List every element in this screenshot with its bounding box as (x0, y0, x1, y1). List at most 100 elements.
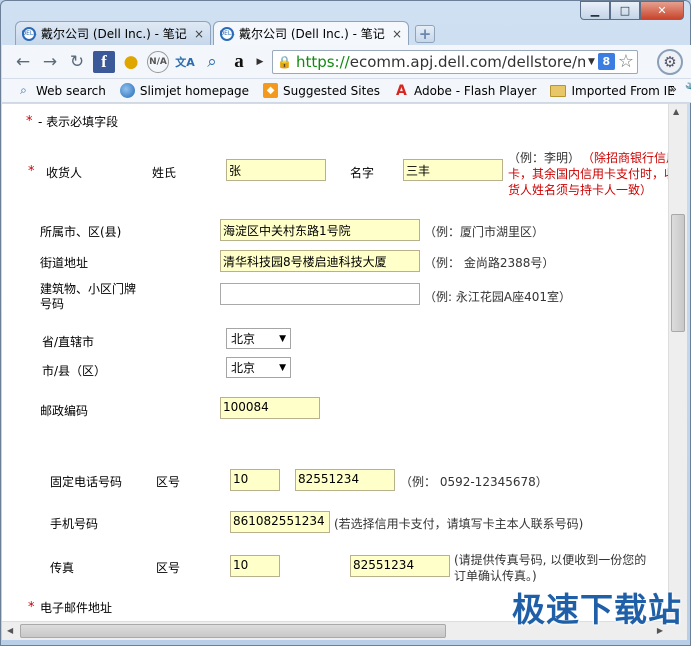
fax-area-code-label: 区号 (156, 561, 181, 575)
reload-icon[interactable]: ↻ (66, 51, 88, 73)
facebook-icon[interactable]: f (93, 50, 115, 73)
street-label: 街道地址 (40, 256, 89, 270)
mobile-input[interactable]: 861082551234 (230, 511, 330, 533)
settings-gear-icon[interactable]: ⚙ (657, 49, 683, 75)
name-hint-red-3: 货人姓名须与持卡人一致） (508, 183, 653, 197)
bookmark-label: Suggested Sites (283, 83, 380, 98)
province-select[interactable]: 北京 ▼ (226, 328, 291, 349)
fax-number-input[interactable]: 82551234 (350, 555, 450, 577)
horizontal-scroll-thumb[interactable] (20, 624, 446, 638)
minimize-button[interactable]: ▁ (580, 1, 610, 20)
bookmark-star-icon[interactable]: ☆ (618, 51, 634, 72)
chevron-down-icon: ▼ (279, 333, 286, 344)
phone-hint: （例： 0592-12345678） (400, 475, 548, 489)
fax-hint-line2: 订单确认传真。) (454, 569, 537, 583)
dell-favicon-icon: DELL (21, 26, 37, 41)
vertical-scrollbar[interactable]: ▲ ▼ (668, 104, 687, 621)
givenname-label: 名字 (350, 166, 375, 180)
suggested-sites-icon: ◆ (263, 83, 279, 98)
wrench-icon[interactable]: 🔧 (685, 83, 691, 98)
search-engine-icon[interactable]: 8 (597, 53, 615, 70)
email-label: 电子邮件地址 (40, 601, 113, 615)
nia-icon[interactable]: N/A (147, 50, 169, 73)
mobile-hint: (若选择信用卡支付，请填写卡主本人联系号码) (334, 517, 584, 531)
building-hint: （例: 永江花园A座401室） (424, 290, 571, 304)
phone-label: 固定电话号码 (50, 475, 123, 489)
zip-input[interactable]: 100084 (220, 397, 320, 419)
window-controls: ▁ □ ✕ (580, 1, 684, 20)
surname-input[interactable]: 张 (226, 159, 326, 181)
new-tab-button[interactable]: + (415, 25, 435, 43)
bookmark-imported-from-ie[interactable]: Imported From IE (550, 83, 675, 98)
close-window-button[interactable]: ✕ (640, 1, 684, 20)
bookmark-label: Adobe - Flash Player (413, 83, 537, 98)
navigation-toolbar: ← → ↻ f ● N/A 文A ⌕ a ▶ 🔒 https://ecomm.a… (2, 45, 691, 79)
bookmark-label: Slimjet homepage (139, 83, 250, 98)
district-hint: （例：厦门市湖里区） (424, 225, 545, 239)
fax-label: 传真 (50, 561, 75, 575)
address-bar[interactable]: 🔒 https://ecomm.apj.dell.com/dellstore/m… (272, 49, 638, 74)
city-select[interactable]: 北京 ▼ (226, 357, 291, 378)
city-selected-value: 北京 (231, 361, 256, 375)
lock-icon: 🔒 (277, 54, 292, 69)
scroll-left-icon[interactable]: ◀ (7, 626, 13, 635)
bookmark-label: Web search (36, 83, 106, 98)
url-scheme: https:// (295, 52, 350, 71)
phone-number-input[interactable]: 82551234 (295, 469, 395, 491)
name-hint-example: （例：李明） (508, 151, 581, 165)
fax-hint-line1: (请提供传真号码, 以便收到一份您的 (454, 553, 647, 567)
folder-icon (550, 84, 567, 97)
search-icon: ⌕ (20, 83, 27, 97)
district-label: 所属市、区(县) (40, 225, 122, 239)
required-mark: * (26, 114, 33, 129)
more-bookmarks-icon[interactable]: » (670, 82, 677, 96)
city-label: 市/县（区） (42, 364, 107, 378)
province-selected-value: 北京 (231, 332, 256, 346)
browser-window: ▁ □ ✕ DELL 戴尔公司 (Dell Inc.) - 笔记 × DELL … (0, 0, 691, 646)
bookmark-suggested-sites[interactable]: ◆ Suggested Sites (263, 83, 380, 98)
recipient-label: 收货人 (46, 166, 83, 180)
maximize-button[interactable]: □ (610, 1, 640, 20)
name-hint-red-1: （除招商银行信用 (582, 151, 668, 165)
bookmark-adobe-flash[interactable]: A Adobe - Flash Player (394, 83, 537, 99)
street-hint: （例： 金尚路2388号） (424, 256, 555, 270)
bookmark-web-search[interactable]: ⌕ Web search (16, 83, 106, 98)
tab-dell-1[interactable]: DELL 戴尔公司 (Dell Inc.) - 笔记 × (15, 21, 211, 45)
province-label: 省/直辖市 (42, 335, 95, 349)
chevron-down-icon: ▼ (279, 362, 286, 373)
surname-label: 姓氏 (152, 166, 177, 180)
district-input[interactable]: 海淀区中关村东路1号院 (220, 219, 420, 241)
back-arrow-icon[interactable]: ← (12, 51, 34, 73)
phone-area-input[interactable]: 10 (230, 469, 280, 491)
building-input[interactable] (220, 283, 420, 305)
globe-icon (119, 83, 135, 98)
givenname-input[interactable]: 三丰 (403, 159, 503, 181)
watermark-logo: 极速下载站 (512, 590, 682, 629)
zoom-icon[interactable]: ⌕ (201, 51, 223, 73)
zip-label: 邮政编码 (40, 404, 89, 418)
url-text[interactable]: https://ecomm.apj.dell.com/dellstore/m (296, 53, 585, 71)
mobile-label: 手机号码 (50, 517, 99, 531)
vertical-scroll-thumb[interactable] (671, 214, 685, 332)
area-code-label: 区号 (156, 475, 181, 489)
tab-dell-2[interactable]: DELL 戴尔公司 (Dell Inc.) - 笔记 × (213, 21, 409, 45)
translate-icon[interactable]: 文A (174, 51, 196, 73)
amazon-icon[interactable]: a (228, 51, 250, 73)
chevron-right-icon[interactable]: ▶ (255, 51, 265, 73)
required-mark: * (28, 600, 35, 615)
forward-arrow-icon[interactable]: → (39, 51, 61, 73)
tab-close-icon[interactable]: × (194, 27, 204, 41)
required-note: - 表示必填字段 (38, 115, 119, 129)
street-input[interactable]: 清华科技园8号楼启迪科技大厦 (220, 250, 420, 272)
page-content: * - 表示必填字段 * 收货人 姓氏 张 名字 三丰 （例：李明） （除招商银… (2, 104, 668, 621)
chevron-down-icon[interactable]: ▼ (588, 57, 595, 67)
required-mark: * (28, 164, 35, 179)
bookmark-slimjet-homepage[interactable]: Slimjet homepage (119, 83, 250, 98)
tab-title: 戴尔公司 (Dell Inc.) - 笔记 (239, 27, 385, 41)
bookmark-label: Imported From IE (571, 83, 675, 98)
lightbulb-icon[interactable]: ● (120, 51, 142, 73)
scroll-up-icon[interactable]: ▲ (673, 107, 679, 116)
tab-close-icon[interactable]: × (392, 27, 402, 41)
fax-area-input[interactable]: 10 (230, 555, 280, 577)
url-path: ecomm.apj.dell.com/dellstore/m (349, 52, 585, 71)
